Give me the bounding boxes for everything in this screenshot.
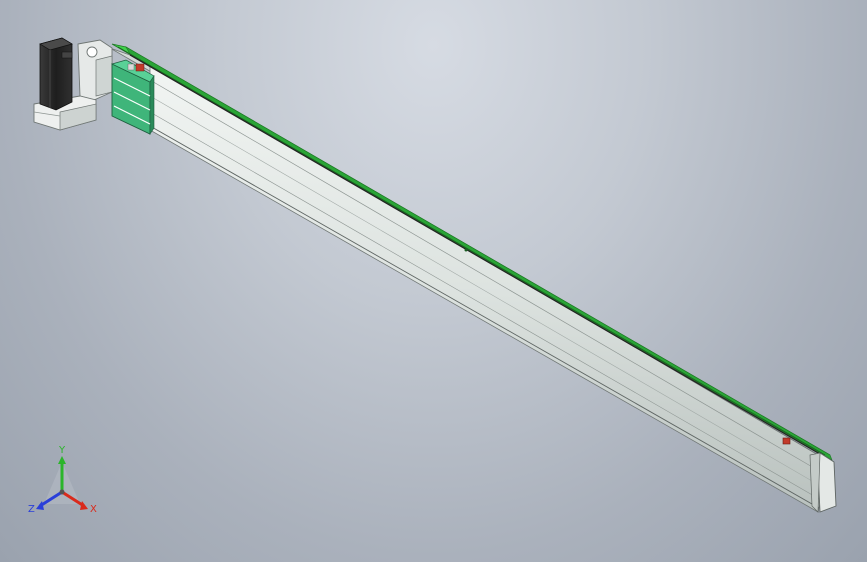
rail-marker <box>464 248 468 252</box>
coupling-housing[interactable] <box>77 39 113 101</box>
profile-bottom-edge <box>149 125 820 509</box>
limit-sensor[interactable] <box>782 437 791 445</box>
z-axis-arrowhead <box>36 501 44 510</box>
aluminum-profile-beam[interactable] <box>109 47 831 513</box>
y-axis-arrowhead <box>58 456 66 464</box>
rail-center-line <box>117 46 826 456</box>
rail-shadow-line <box>129 54 833 462</box>
carriage-bolt <box>127 63 135 71</box>
z-axis-label: Z <box>28 504 35 515</box>
y-axis-label: Y <box>59 445 66 456</box>
x-axis-label: X <box>90 504 97 515</box>
linear-guide-rail[interactable] <box>111 43 833 462</box>
end-cap[interactable] <box>809 452 837 513</box>
carriage-sensor <box>135 63 145 72</box>
graphics-viewport[interactable]: Y X Z <box>0 0 867 562</box>
profile-groove-line <box>149 111 822 501</box>
coupling-bore <box>86 46 98 58</box>
stepper-motor[interactable] <box>39 37 73 111</box>
x-axis-arrowhead <box>80 501 88 510</box>
profile-groove-line <box>149 79 827 476</box>
carriage-block[interactable] <box>111 59 155 135</box>
model-view[interactable] <box>0 0 867 562</box>
axis-triad: Y X Z <box>22 444 112 528</box>
motor-connector <box>61 51 73 59</box>
triad-origin <box>59 489 65 495</box>
profile-groove-line <box>149 95 825 489</box>
triad-graphic <box>36 456 88 510</box>
